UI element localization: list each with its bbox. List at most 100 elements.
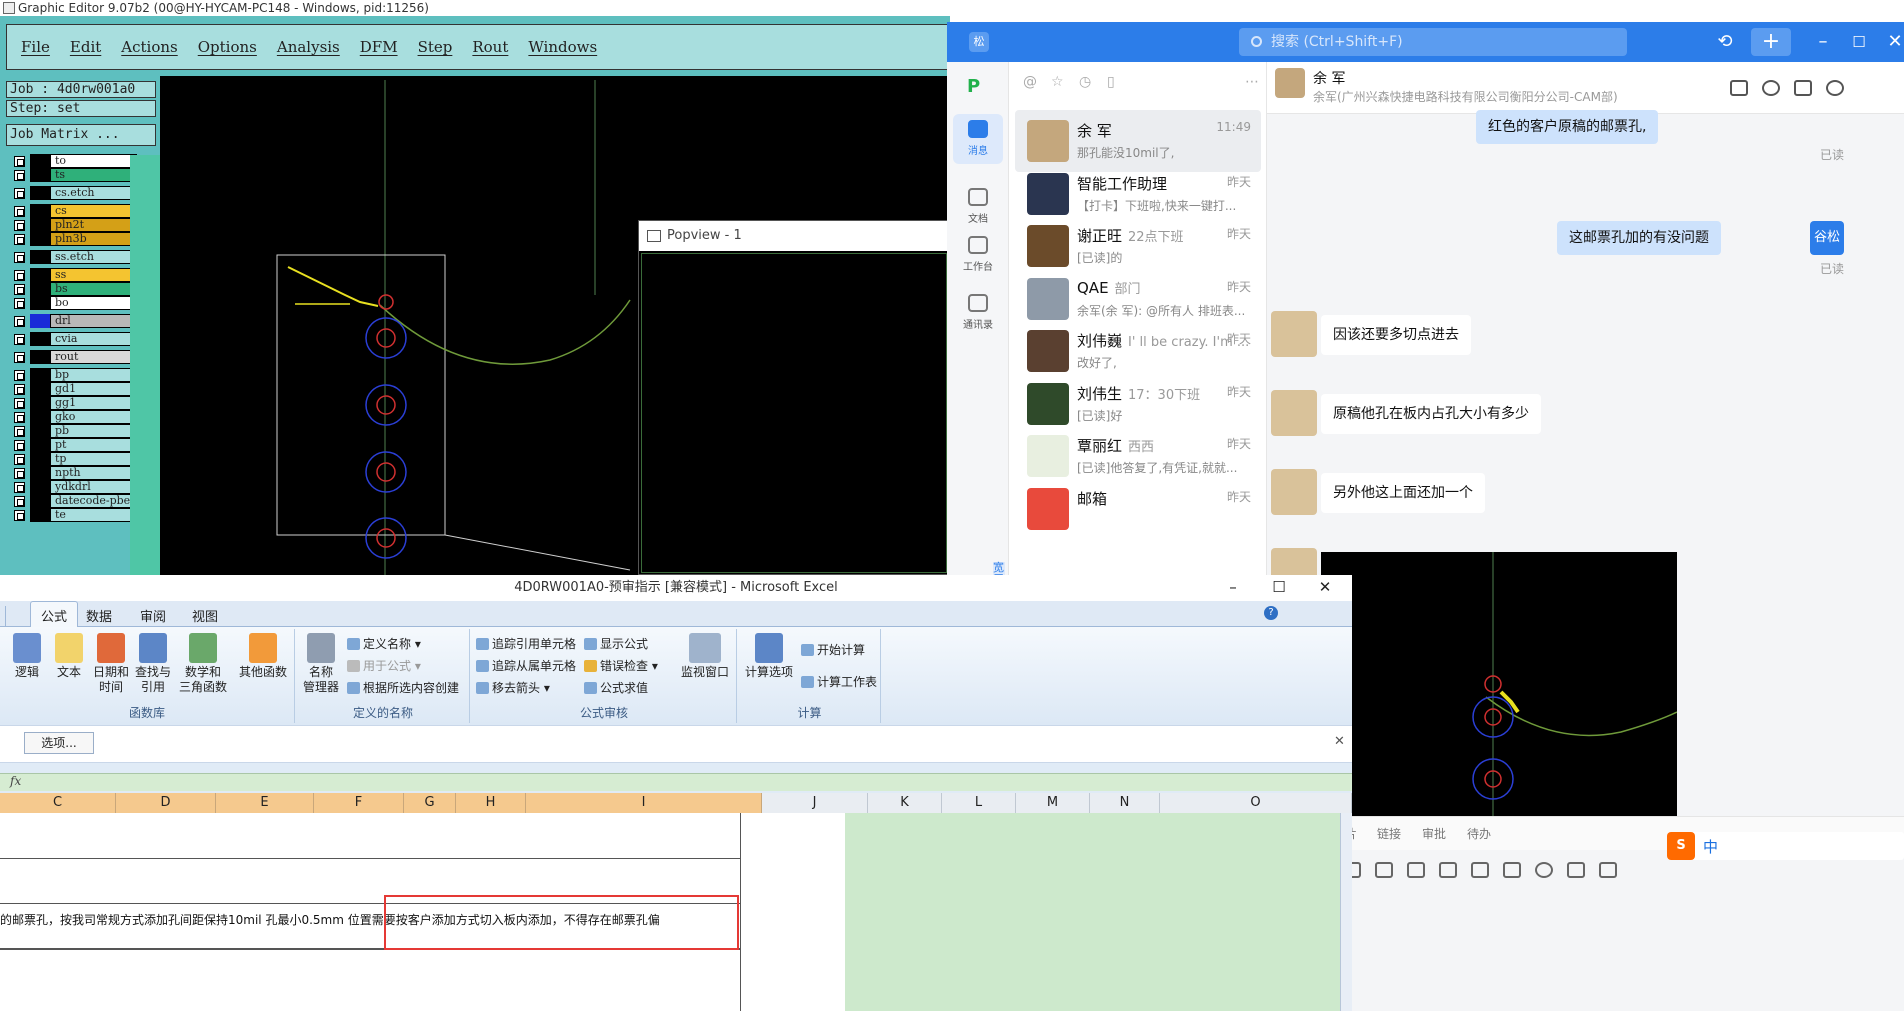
layer-name[interactable]: pln3b	[50, 232, 137, 246]
contact-avatar[interactable]	[1275, 68, 1305, 98]
vertical-scrollbar[interactable]	[1340, 813, 1352, 1011]
calendar-icon[interactable]	[1439, 862, 1457, 878]
layer-checkbox[interactable]	[14, 482, 25, 493]
search-input[interactable]: 搜索 (Ctrl+Shift+F)	[1239, 28, 1627, 56]
trace-dependents-button[interactable]: 追踪从属单元格	[476, 657, 576, 674]
layer-name[interactable]: pb	[50, 424, 137, 438]
layer-row[interactable]: ts	[10, 168, 137, 182]
layer-row[interactable]: npth	[10, 466, 137, 480]
options-button[interactable]: 选项...	[24, 732, 94, 754]
layer-name[interactable]: cs.etch	[50, 186, 137, 200]
layer-row[interactable]: gg1	[10, 396, 137, 410]
layer-row[interactable]: drl	[10, 314, 137, 328]
task-icon[interactable]	[1471, 862, 1489, 878]
conversation-avatar[interactable]	[1027, 435, 1069, 477]
layer-checkbox[interactable]	[14, 426, 25, 437]
tab-formulas[interactable]: 公式	[30, 601, 79, 628]
column-header[interactable]: E	[216, 793, 314, 813]
conversation-avatar[interactable]	[1027, 277, 1069, 320]
layer-checkbox[interactable]	[14, 220, 25, 231]
layer-row[interactable]: bs	[10, 282, 137, 296]
conversation-avatar[interactable]	[1027, 225, 1069, 267]
layer-checkbox[interactable]	[14, 156, 25, 167]
rail-docs[interactable]: 文档	[953, 182, 1003, 232]
layer-row[interactable]: pb	[10, 424, 137, 438]
menu-step[interactable]: Step	[418, 38, 453, 56]
message-bubble[interactable]: 另外他这上面还加一个	[1321, 473, 1485, 513]
minimize-button[interactable]: –	[1811, 30, 1835, 54]
layer-row[interactable]: ydkdrl	[10, 480, 137, 494]
tab-review[interactable]: 审阅	[140, 606, 166, 625]
layer-name[interactable]: tp	[50, 452, 137, 466]
message-bubble[interactable]: 因该还要多切点进去	[1321, 315, 1471, 355]
menu-windows[interactable]: Windows	[528, 38, 597, 56]
tab-prev[interactable]	[0, 606, 6, 626]
menu-edit[interactable]: Edit	[70, 38, 101, 56]
more-functions-button[interactable]: 其他函数	[236, 633, 290, 680]
evaluate-formula-button[interactable]: 公式求值	[584, 679, 648, 696]
rail-workbench[interactable]: 工作台	[953, 230, 1003, 280]
job-matrix-button[interactable]: Job Matrix ...	[6, 124, 156, 146]
history-icon[interactable]: ⟲	[1713, 30, 1737, 54]
lightning-icon[interactable]	[1503, 862, 1521, 878]
watch-window-button[interactable]: 监视窗口	[676, 633, 734, 680]
trace-precedents-button[interactable]: 追踪引用单元格	[476, 635, 576, 652]
show-formulas-button[interactable]: 显示公式	[584, 635, 648, 652]
conversation-avatar[interactable]	[1027, 120, 1069, 162]
layer-name[interactable]: to	[50, 154, 137, 168]
datetime-button[interactable]: 日期和 时间	[90, 633, 132, 695]
layer-checkbox[interactable]	[14, 334, 25, 345]
video-icon[interactable]	[1535, 862, 1553, 878]
layer-name[interactable]: ts	[50, 168, 137, 182]
conversation-item[interactable]: 邮箱 昨天	[1015, 478, 1261, 540]
excel-maximize-button[interactable]: ☐	[1264, 575, 1294, 601]
layer-name[interactable]: drl	[50, 314, 137, 328]
text-button[interactable]: 文本	[48, 633, 90, 680]
layer-name[interactable]: gko	[50, 410, 137, 424]
tab-links[interactable]: 链接	[1377, 825, 1401, 842]
message-bubble[interactable]: 这邮票孔加的有没问题	[1557, 221, 1721, 255]
layer-row[interactable]: cs.etch	[10, 186, 137, 200]
layer-checkbox[interactable]	[14, 170, 25, 181]
layer-name[interactable]: bp	[50, 368, 137, 382]
column-header[interactable]: C	[0, 793, 116, 813]
column-header[interactable]: L	[942, 793, 1016, 813]
help-icon[interactable]: ?	[1264, 606, 1278, 620]
layer-checkbox[interactable]	[14, 252, 25, 263]
layer-name[interactable]: gd1	[50, 382, 137, 396]
sender-avatar[interactable]	[1271, 390, 1317, 436]
excel-close-button[interactable]: ✕	[1310, 575, 1340, 601]
column-header[interactable]: D	[116, 793, 216, 813]
layer-row[interactable]: gd1	[10, 382, 137, 396]
layer-name[interactable]: bo	[50, 296, 137, 310]
layer-checkbox[interactable]	[14, 384, 25, 395]
layer-name[interactable]: rout	[50, 350, 137, 364]
layer-row[interactable]: gko	[10, 410, 137, 424]
rail-messages[interactable]: 消息	[953, 114, 1003, 164]
close-button[interactable]: ✕	[1883, 30, 1904, 54]
lookup-button[interactable]: 查找与 引用	[132, 633, 174, 695]
use-in-formula-button[interactable]: 用于公式 ▾	[347, 657, 421, 674]
create-from-selection-button[interactable]: 根据所选内容创建	[347, 679, 459, 696]
search-history-icon[interactable]	[1794, 80, 1812, 96]
menu-rout[interactable]: Rout	[472, 38, 508, 56]
layer-name[interactable]: pln2t	[50, 218, 137, 232]
column-header[interactable]: F	[314, 793, 404, 813]
more-icon[interactable]: ⋯	[1245, 74, 1259, 90]
layer-name[interactable]: ydkdrl	[50, 480, 137, 494]
layer-name[interactable]: gg1	[50, 396, 137, 410]
formula-bar[interactable]: fx	[0, 773, 1352, 791]
mail-icon[interactable]	[1599, 862, 1617, 878]
layer-checkbox[interactable]	[14, 454, 25, 465]
conversation-avatar[interactable]	[1027, 330, 1069, 372]
popview-titlebar[interactable]: Popview - 1	[639, 221, 949, 251]
layer-checkbox[interactable]	[14, 510, 25, 521]
upload-icon[interactable]	[1407, 862, 1425, 878]
fx-icon[interactable]: fx	[10, 774, 21, 788]
bookmark-icon[interactable]: ▯	[1107, 74, 1115, 90]
note-icon[interactable]	[1375, 862, 1393, 878]
layer-row[interactable]: ss.etch	[10, 250, 137, 264]
menu-actions[interactable]: Actions	[121, 38, 177, 56]
menu-analysis[interactable]: Analysis	[277, 38, 340, 56]
layer-row[interactable]: bp	[10, 368, 137, 382]
